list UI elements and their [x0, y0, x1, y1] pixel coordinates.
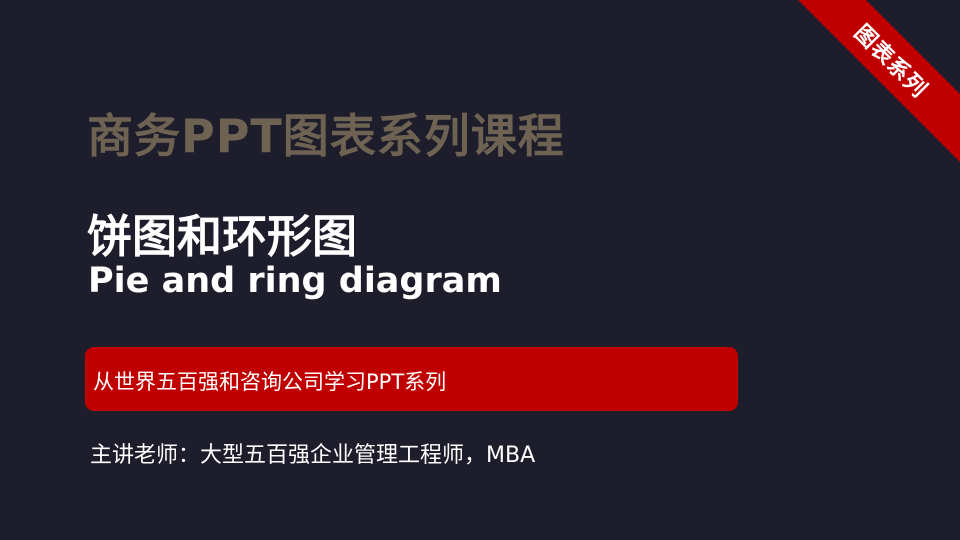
series-banner-text: 从世界五百强和咨询公司学习PPT系列 — [93, 370, 447, 394]
corner-ribbon-label: 图表系列 — [848, 20, 932, 104]
lecturer-info: 主讲老师：大型五百强企业管理工程师，MBA — [90, 443, 536, 468]
slide: 图表系列 商务PPT图表系列课程 饼图和环形图 Pie and ring dia… — [0, 0, 960, 540]
corner-ribbon: 图表系列 — [790, 0, 960, 162]
course-title: 商务PPT图表系列课程 — [87, 109, 565, 163]
main-title-chinese: 饼图和环形图 — [87, 210, 358, 263]
main-title-english: Pie and ring diagram — [88, 261, 502, 301]
series-banner: 从世界五百强和咨询公司学习PPT系列 — [85, 347, 738, 411]
